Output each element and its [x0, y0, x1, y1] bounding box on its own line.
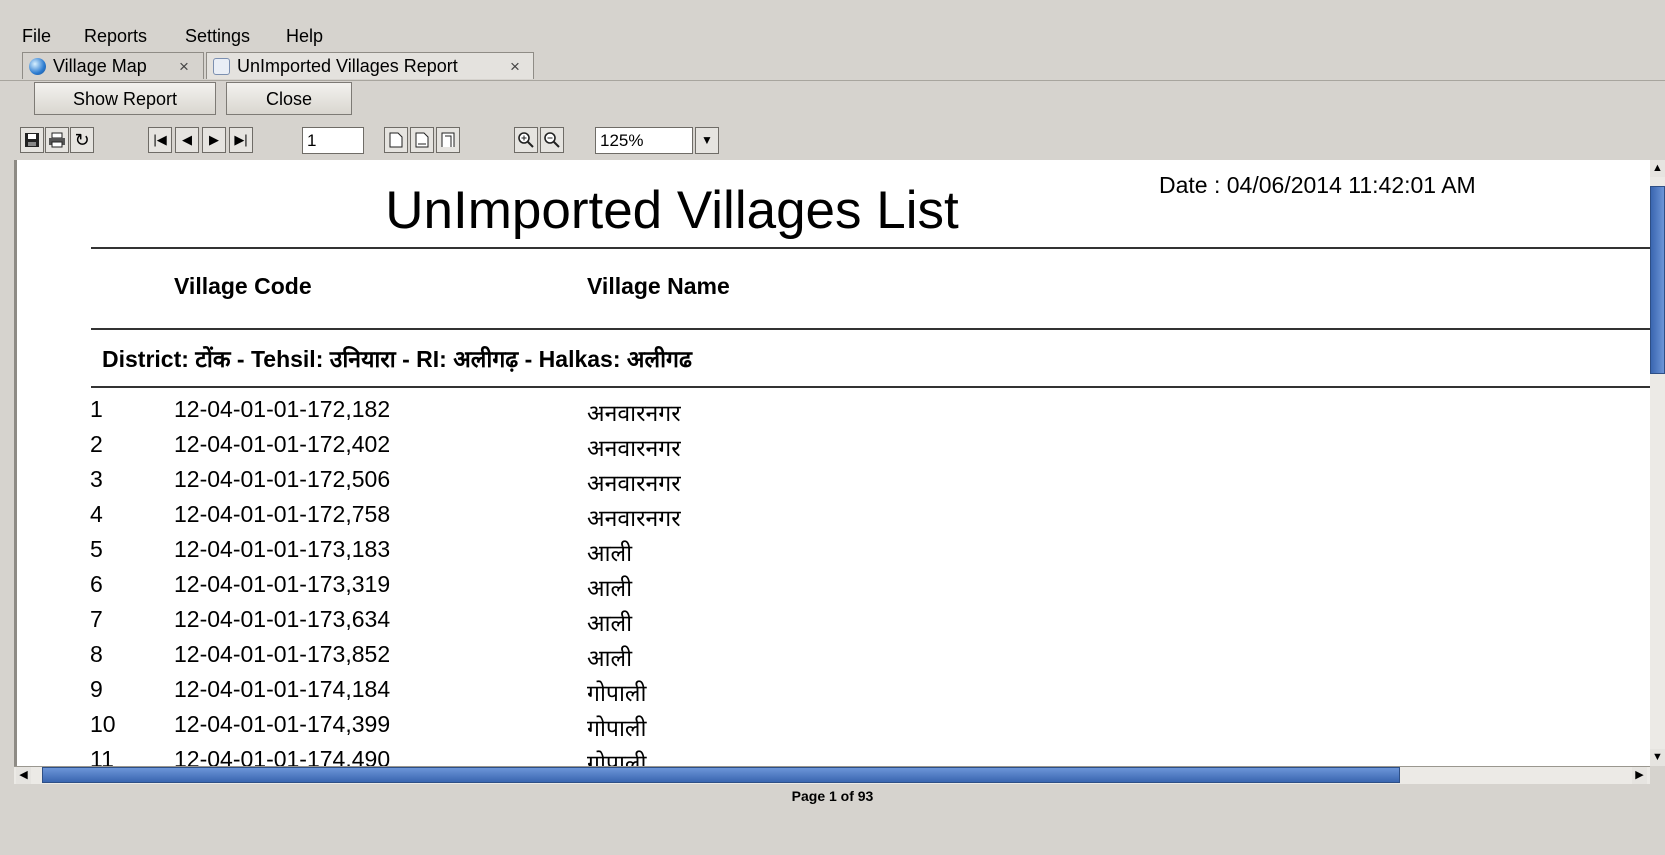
- tab-label: Village Map: [53, 56, 147, 76]
- village-code: 12-04-01-01-172,506: [174, 466, 391, 492]
- vertical-scroll-thumb[interactable]: [1650, 186, 1665, 374]
- table-row: 5 12-04-01-01-173,183 आली: [17, 536, 1617, 571]
- row-number: 7: [90, 606, 103, 632]
- close-icon[interactable]: ×: [510, 53, 520, 80]
- table-row: 9 12-04-01-01-174,184 गोपाली: [17, 676, 1617, 711]
- row-number: 3: [90, 466, 103, 492]
- village-name: गोपाली: [587, 750, 647, 766]
- tab-village-map[interactable]: Village Map ×: [22, 52, 204, 79]
- village-code: 12-04-01-01-173,319: [174, 571, 391, 597]
- divider: [91, 328, 1650, 330]
- page-number-input[interactable]: 1: [302, 127, 364, 154]
- village-code: 12-04-01-01-172,758: [174, 501, 391, 527]
- village-name: आली: [587, 610, 633, 636]
- page-width-icon[interactable]: [410, 127, 434, 153]
- village-code: 12-04-01-01-174,184: [174, 676, 391, 702]
- row-number: 10: [90, 711, 116, 737]
- table-row: 3 12-04-01-01-172,506 अनवारनगर: [17, 466, 1617, 501]
- divider: [91, 247, 1650, 249]
- table-row: 4 12-04-01-01-172,758 अनवारनगर: [17, 501, 1617, 536]
- table-row: 2 12-04-01-01-172,402 अनवारनगर: [17, 431, 1617, 466]
- save-icon[interactable]: [20, 127, 44, 153]
- report-rows: 1 12-04-01-01-172,182 अनवारनगर 2 12-04-01-0…: [17, 396, 1617, 766]
- last-page-icon[interactable]: ▶|: [229, 127, 253, 153]
- report-viewer: UnImported Villages List Date : 04/06/20…: [14, 160, 1650, 766]
- tab-label: UnImported Villages Report: [237, 56, 458, 76]
- zoom-out-icon[interactable]: [540, 127, 564, 153]
- first-page-icon[interactable]: |◀: [148, 127, 172, 153]
- group-header: District: टोंक - Tehsil: उनियारा - RI: अ…: [102, 346, 692, 372]
- print-icon[interactable]: [45, 127, 69, 153]
- scroll-left-icon[interactable]: ◀: [16, 767, 31, 784]
- scroll-down-icon[interactable]: ▼: [1650, 749, 1665, 766]
- menu-settings[interactable]: Settings: [185, 26, 250, 47]
- tab-unimported-villages-report[interactable]: UnImported Villages Report ×: [206, 52, 534, 79]
- previous-page-icon[interactable]: ◀: [175, 127, 199, 153]
- show-report-button[interactable]: Show Report: [34, 82, 216, 115]
- village-name: अनवारनगर: [587, 470, 681, 496]
- village-name: आली: [587, 645, 633, 671]
- table-row: 11 12-04-01-01-174,490 गोपाली: [17, 746, 1617, 766]
- chevron-down-icon[interactable]: ▼: [695, 127, 719, 154]
- row-number: 5: [90, 536, 103, 562]
- row-number: 11: [90, 746, 114, 766]
- action-bar: Show Report Close: [0, 80, 1665, 122]
- scroll-right-icon[interactable]: ▶: [1632, 767, 1647, 784]
- row-number: 1: [90, 396, 103, 422]
- village-name: आली: [587, 540, 633, 566]
- village-code: 12-04-01-01-174,490: [174, 746, 391, 766]
- column-header-village-code: Village Code: [174, 273, 312, 299]
- page-indicator: Page 1 of 93: [791, 788, 874, 804]
- village-name: गोपाली: [587, 715, 647, 741]
- village-code: 12-04-01-01-173,852: [174, 641, 391, 667]
- menu-file[interactable]: File: [22, 26, 51, 47]
- refresh-icon[interactable]: ↻: [70, 127, 94, 153]
- village-name: अनवारनगर: [587, 435, 681, 461]
- scroll-up-icon[interactable]: ▲: [1650, 160, 1665, 177]
- menu-bar: File Reports Settings Help: [0, 8, 1665, 50]
- menu-reports[interactable]: Reports: [84, 26, 147, 47]
- zoom-in-icon[interactable]: [514, 127, 538, 153]
- table-row: 7 12-04-01-01-173,634 आली: [17, 606, 1617, 641]
- report-toolbar: ↻ |◀ ◀ ▶ ▶| 1 125% ▼: [0, 124, 1665, 160]
- table-row: 10 12-04-01-01-174,399 गोपाली: [17, 711, 1617, 746]
- table-row: 8 12-04-01-01-173,852 आली: [17, 641, 1617, 676]
- row-number: 9: [90, 676, 103, 702]
- globe-icon: [29, 58, 46, 75]
- menu-help[interactable]: Help: [286, 26, 323, 47]
- village-code: 12-04-01-01-172,402: [174, 431, 391, 457]
- table-row: 1 12-04-01-01-172,182 अनवारनगर: [17, 396, 1617, 431]
- zoom-level-select[interactable]: 125%: [595, 127, 693, 154]
- village-name: अनवारनगर: [587, 505, 681, 531]
- row-number: 8: [90, 641, 103, 667]
- row-number: 6: [90, 571, 103, 597]
- close-button[interactable]: Close: [226, 82, 352, 115]
- village-code: 12-04-01-01-173,634: [174, 606, 391, 632]
- close-icon[interactable]: ×: [179, 53, 189, 80]
- report-title: UnImported Villages List: [385, 181, 959, 240]
- next-page-icon[interactable]: ▶: [202, 127, 226, 153]
- village-name: अनवारनगर: [587, 400, 681, 426]
- divider: [91, 386, 1650, 388]
- single-page-icon[interactable]: [384, 127, 408, 153]
- whole-page-icon[interactable]: [436, 127, 460, 153]
- village-code: 12-04-01-01-173,183: [174, 536, 391, 562]
- horizontal-scroll-thumb[interactable]: [42, 767, 1400, 783]
- report-date: Date : 04/06/2014 11:42:01 AM: [1159, 172, 1476, 198]
- village-code: 12-04-01-01-172,182: [174, 396, 391, 422]
- tab-bar: Village Map × UnImported Villages Report…: [0, 50, 1665, 81]
- row-number: 2: [90, 431, 103, 457]
- column-header-village-name: Village Name: [587, 273, 730, 299]
- village-name: आली: [587, 575, 633, 601]
- report-icon: [213, 58, 230, 75]
- village-name: गोपाली: [587, 680, 647, 706]
- row-number: 4: [90, 501, 103, 527]
- table-row: 6 12-04-01-01-173,319 आली: [17, 571, 1617, 606]
- village-code: 12-04-01-01-174,399: [174, 711, 391, 737]
